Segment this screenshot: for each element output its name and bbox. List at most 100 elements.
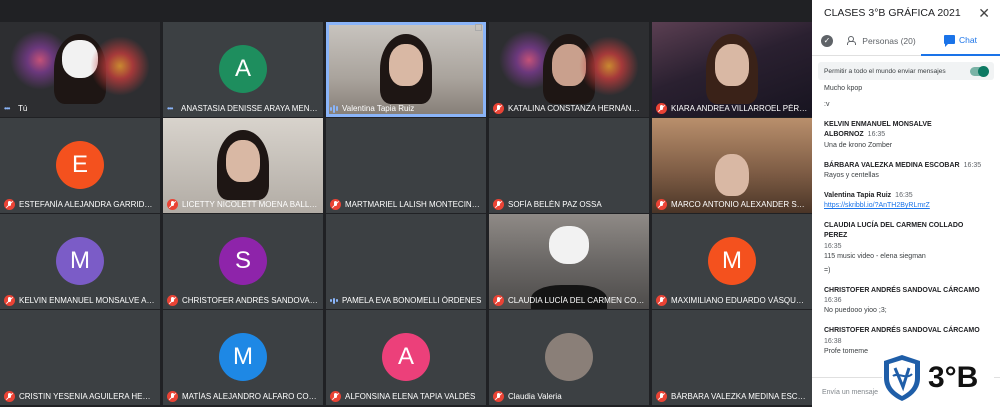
- participant-tile[interactable]: E ESTEFANÍA ALEJANDRA GARRIDO ALVE...: [0, 118, 160, 213]
- mic-off-icon: [167, 295, 178, 306]
- participant-name: CRISTIN YESENIA AGUILERA HERNÁND...: [19, 392, 156, 401]
- mic-off-icon: [493, 103, 504, 114]
- message-time: 16:35: [824, 242, 842, 250]
- participant-tile[interactable]: MARTMARIEL LALISH MONTECINOS NA...: [326, 118, 486, 213]
- chat-message: Valentina Tapia Ruiz 16:35 https://skribb…: [824, 191, 988, 211]
- message-time: 16:35: [895, 191, 913, 199]
- chat-message: BÁRBARA VALEZKA MEDINA ESCOBAR 16:35 Rayo…: [824, 161, 988, 181]
- participant-name: Valentina Tapia Ruiz: [342, 104, 415, 113]
- avatar: A: [219, 45, 267, 93]
- mic-off-icon: [4, 295, 15, 306]
- participant-name: KELVIN ENMANUEL MONSALVE ALBOR...: [19, 296, 156, 305]
- allow-messages-toggle[interactable]: [970, 65, 989, 77]
- participant-tile[interactable]: PAMELA EVA BONOMELLI ÓRDENES: [326, 214, 486, 309]
- chat-panel: CLASES 3°B GRÁFICA 2021 ✕ ✓ Personas (20…: [812, 0, 1000, 407]
- participant-tile[interactable]: LICETTY NICOLETT MOENA BALLADAR...: [163, 118, 323, 213]
- participant-name: CLAUDIA LUCÍA DEL CARMEN COLLAD...: [508, 296, 645, 305]
- tab-chat-label: Chat: [959, 34, 977, 45]
- participant-tile[interactable]: CRISTIN YESENIA AGUILERA HERNÁND...: [0, 310, 160, 405]
- mic-off-icon: [4, 391, 15, 402]
- participant-name: Tú: [18, 104, 28, 113]
- audio-level-icon: [330, 296, 338, 305]
- check-circle-icon: ✓: [821, 34, 833, 47]
- participant-name: ANASTASIA DENISSE ARAYA MENESES: [181, 104, 319, 113]
- mic-off-icon: [493, 199, 504, 210]
- participant-name: SOFÍA BELÉN PAZ OSSA: [508, 200, 602, 209]
- panel-tabs: ✓ Personas (20) Chat: [812, 26, 1000, 56]
- logo-text: 3°B: [928, 361, 979, 394]
- message-sender: BÁRBARA VALEZKA MEDINA ESCOBAR: [824, 161, 960, 169]
- participant-tile[interactable]: Claudia Valeria: [489, 310, 649, 405]
- participant-tile[interactable]: MARCO ANTONIO ALEXANDER SAA MA...: [652, 118, 812, 213]
- mic-off-icon: [493, 391, 504, 402]
- allow-messages-row: Permitir a todo el mundo enviar mensajes: [818, 62, 994, 80]
- message-time: 16:38: [824, 337, 842, 345]
- participant-tile-active[interactable]: Valentina Tapia Ruiz: [326, 22, 486, 117]
- participant-tile[interactable]: A ••• ANASTASIA DENISSE ARAYA MENESES: [163, 22, 323, 117]
- participant-tile[interactable]: SOFÍA BELÉN PAZ OSSA: [489, 118, 649, 213]
- speaking-dots-icon: •••: [4, 104, 10, 113]
- message-sender: CLAUDIA LUCÍA DEL CARMEN COLLADO PEREZ: [824, 222, 964, 240]
- participant-tile[interactable]: M KELVIN ENMANUEL MONSALVE ALBOR...: [0, 214, 160, 309]
- message-text: =): [824, 266, 831, 274]
- message-sender: Valentina Tapia Ruiz: [824, 191, 892, 199]
- mic-off-icon: [656, 103, 667, 114]
- avatar: E: [56, 141, 104, 189]
- message-text: Rayos y centellas: [824, 171, 879, 179]
- participant-tile[interactable]: CLAUDIA LUCÍA DEL CARMEN COLLAD...: [489, 214, 649, 309]
- participant-name: CHRISTOFER ANDRÉS SANDOVAL CÁR...: [182, 296, 319, 305]
- message-input-placeholder: Envía un mensaje: [822, 389, 879, 396]
- mic-off-icon: [330, 391, 341, 402]
- chat-message: Mucho kpop :v: [824, 85, 863, 109]
- mic-off-icon: [656, 391, 667, 402]
- tab-info[interactable]: ✓: [812, 34, 842, 47]
- participant-tile[interactable]: A ALFONSINA ELENA TAPIA VALDÉS: [326, 310, 486, 405]
- avatar: A: [382, 333, 430, 381]
- participant-tile[interactable]: S CHRISTOFER ANDRÉS SANDOVAL CÁR...: [163, 214, 323, 309]
- tab-people[interactable]: Personas (20): [842, 26, 921, 56]
- message-text: Una de krono Zomber: [824, 141, 893, 149]
- participant-name: LICETTY NICOLETT MOENA BALLADAR...: [182, 200, 319, 209]
- pin-icon[interactable]: [475, 24, 482, 31]
- participant-name: ESTEFANÍA ALEJANDRA GARRIDO ALVE...: [19, 200, 156, 209]
- mic-off-icon: [493, 295, 504, 306]
- participant-tile[interactable]: BÁRBARA VALEZKA MEDINA ESCOBAR: [652, 310, 812, 405]
- mic-off-icon: [167, 199, 178, 210]
- message-text: No puedooo yioo ;3;: [824, 307, 887, 315]
- participant-name: MAXIMILIANO EDUARDO VÁSQUEZ COL...: [671, 296, 808, 305]
- audio-level-icon: [330, 104, 338, 113]
- tab-people-label: Personas (20): [862, 35, 916, 46]
- participant-tile[interactable]: KIARA ANDREA VILLARROEL PÉREZ: [652, 22, 812, 117]
- message-link[interactable]: https://skribbl.io/?AnTH2ByRLmrZ: [824, 201, 988, 211]
- participant-tile[interactable]: KATALINA CONSTANZA HERNÁNDEZ R...: [489, 22, 649, 117]
- avatar: S: [219, 237, 267, 285]
- chat-messages: Mucho kpop :v KELVIN ENMANUEL MONSALVE A…: [812, 84, 1000, 357]
- chat-message: KELVIN ENMANUEL MONSALVE ALBORNOZ 16:35 U…: [824, 120, 988, 150]
- message-time: 16:35: [867, 131, 886, 139]
- mic-off-icon: [656, 295, 667, 306]
- participant-tile[interactable]: M MATÍAS ALEJANDRO ALFARO CONTRE...: [163, 310, 323, 405]
- avatar: M: [219, 333, 267, 381]
- panel-header: CLASES 3°B GRÁFICA 2021 ✕: [812, 0, 1000, 26]
- message-time: 16:35: [963, 161, 982, 169]
- tab-chat[interactable]: Chat: [921, 26, 1000, 56]
- participant-name: KIARA ANDREA VILLARROEL PÉREZ: [671, 104, 808, 113]
- participant-tile[interactable]: M MAXIMILIANO EDUARDO VÁSQUEZ COL...: [652, 214, 812, 309]
- allow-messages-label: Permitir a todo el mundo enviar mensajes: [824, 67, 946, 75]
- participant-name: KATALINA CONSTANZA HERNÁNDEZ R...: [508, 104, 645, 113]
- participant-name: PAMELA EVA BONOMELLI ÓRDENES: [342, 296, 482, 305]
- participant-name: ALFONSINA ELENA TAPIA VALDÉS: [345, 392, 476, 401]
- video-feed: [715, 154, 749, 196]
- participant-name: BÁRBARA VALEZKA MEDINA ESCOBAR: [671, 392, 808, 401]
- message-time: 16:36: [824, 297, 842, 305]
- chat-icon: [944, 35, 956, 47]
- message-sender: CHRISTOFER ANDRÉS SANDOVAL CÁRCAMO: [824, 286, 980, 294]
- close-icon[interactable]: ✕: [978, 5, 990, 22]
- meeting-title: CLASES 3°B GRÁFICA 2021: [824, 7, 961, 19]
- class-logo: 3°B: [882, 352, 994, 404]
- participant-name: MATÍAS ALEJANDRO ALFARO CONTRE...: [182, 392, 319, 401]
- shield-logo-icon: [884, 355, 920, 401]
- message-sender: CHRISTOFER ANDRÉS SANDOVAL CÁRCAMO: [824, 327, 980, 335]
- chat-message: CLAUDIA LUCÍA DEL CARMEN COLLADO PEREZ 1…: [824, 221, 988, 276]
- participant-tile[interactable]: ••• Tú: [0, 22, 160, 117]
